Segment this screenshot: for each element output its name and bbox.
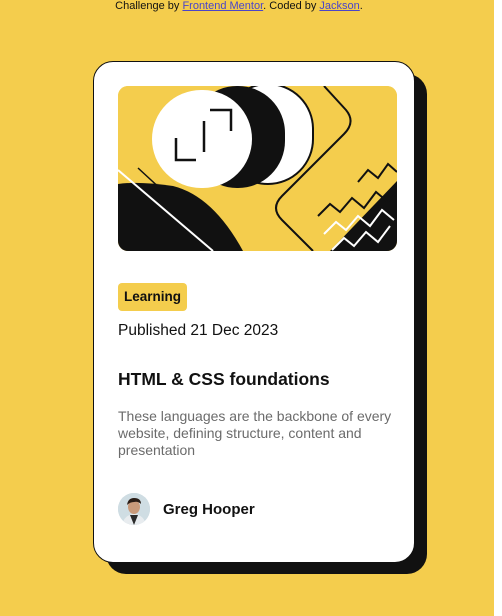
attribution-middle: . Coded by — [263, 0, 320, 12]
author: Greg Hooper — [118, 493, 255, 525]
category-tag: Learning — [118, 283, 188, 311]
frontend-mentor-link[interactable]: Frontend Mentor — [182, 0, 263, 12]
card-title-link[interactable]: HTML & CSS foundations — [118, 369, 330, 390]
author-avatar — [118, 493, 150, 525]
blog-preview-card: Learning Published 21 Dec 2023 HTML & CS… — [93, 61, 415, 563]
attribution-suffix: . — [359, 0, 363, 12]
hero-illustration — [118, 86, 397, 251]
published-date: Published 21 Dec 2023 — [118, 322, 279, 339]
attribution: Challenge by Frontend Mentor. Coded by J… — [0, 0, 484, 13]
author-link[interactable]: Jackson — [319, 0, 359, 12]
attribution-prefix: Challenge by — [115, 0, 183, 12]
author-name: Greg Hooper — [163, 500, 255, 518]
card-description: These languages are the backbone of ever… — [118, 408, 392, 458]
page-edge-strip — [494, 0, 502, 616]
